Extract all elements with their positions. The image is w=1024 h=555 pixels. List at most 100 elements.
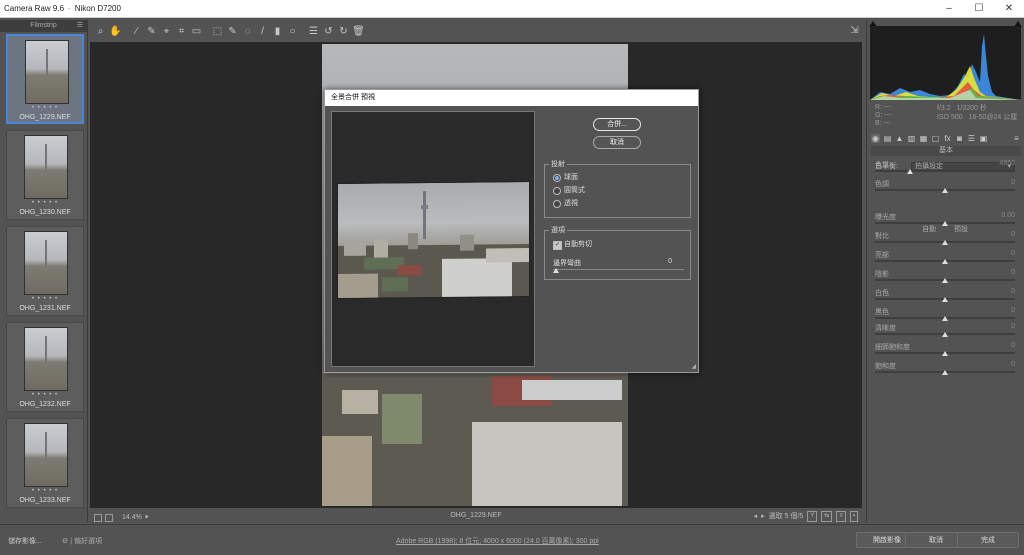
star-rating[interactable]: • • • • •	[7, 488, 83, 494]
slider-row[interactable]: 清晰度 0	[875, 323, 1015, 339]
basic-tab-icon[interactable]: ◉	[871, 133, 880, 143]
slider-value[interactable]: 0	[1011, 288, 1015, 295]
slider-value[interactable]: 0	[1011, 179, 1015, 186]
slider-value[interactable]: 0	[1011, 250, 1015, 257]
slider-value[interactable]: 0.00	[1001, 212, 1015, 219]
minimize-icon[interactable]: –	[934, 0, 964, 18]
straighten-icon[interactable]: ▭	[190, 25, 203, 38]
slider-knob[interactable]	[942, 297, 948, 302]
maximize-icon[interactable]: ☐	[964, 0, 994, 18]
targeted-adjust-icon[interactable]: ⌖	[160, 25, 173, 38]
dialog-cancel-button[interactable]: 取消	[593, 136, 641, 149]
camera-calibration-tab-icon[interactable]: ◙	[955, 134, 964, 143]
slider-value[interactable]: 0	[1011, 231, 1015, 238]
slider-knob[interactable]	[942, 240, 948, 245]
radial-filter-icon[interactable]: ○	[286, 25, 299, 38]
trash-icon[interactable]: 🗑	[352, 25, 365, 38]
projection-option[interactable]: 球面	[553, 173, 578, 183]
lens-corrections-tab-icon[interactable]: ▢	[931, 134, 940, 143]
slider-row[interactable]: 細節飽和度 0	[875, 342, 1015, 358]
rotate-ccw-icon[interactable]: ↺	[322, 25, 335, 38]
star-rating[interactable]: • • • • •	[7, 200, 83, 206]
slider-value[interactable]: 0	[1011, 269, 1015, 276]
preferences-link[interactable]: ⚙ | 偏好選項	[62, 536, 102, 546]
slider-row[interactable]: 色調 0	[875, 179, 1015, 195]
color-sampler-icon[interactable]: ✎	[145, 25, 158, 38]
filmstrip-menu-icon[interactable]: ☰	[77, 20, 83, 32]
hsl-tab-icon[interactable]: ▥	[907, 134, 916, 143]
slider-knob[interactable]	[942, 370, 948, 375]
slider-row[interactable]: 飽和度 0	[875, 361, 1015, 377]
slider-value[interactable]: 0	[1011, 342, 1015, 349]
slider-knob[interactable]	[942, 351, 948, 356]
slider-row[interactable]: 對比 0	[875, 231, 1015, 247]
rotate-cw-icon[interactable]: ↻	[337, 25, 350, 38]
slider-value[interactable]: 4950	[999, 160, 1015, 167]
slider-knob[interactable]	[942, 316, 948, 321]
white-balance-icon[interactable]: ⁄	[130, 25, 143, 38]
slider-knob[interactable]	[942, 188, 948, 193]
projection-option[interactable]: 透視	[553, 199, 578, 209]
next-image-icon[interactable]: ▸	[761, 510, 765, 523]
before-after-button[interactable]: Y	[807, 511, 818, 522]
projection-option[interactable]: 圓筒式	[553, 186, 585, 196]
close-icon[interactable]: ✕	[994, 0, 1024, 18]
swap-button[interactable]: ⇆	[821, 511, 833, 522]
boundary-warp-slider[interactable]: 邊界彎曲 0	[553, 258, 684, 276]
filmstrip-thumbnail[interactable]: • • • • • OHG_1229.NEF	[6, 34, 84, 124]
crop-icon[interactable]: ⌗	[175, 25, 188, 38]
star-rating[interactable]: • • • • •	[7, 392, 83, 398]
auto-crop-checkbox[interactable]: 自動剪切	[553, 240, 592, 250]
adjustment-brush-icon[interactable]: /	[256, 25, 269, 38]
slider-track[interactable]	[875, 170, 1015, 172]
hand-icon[interactable]: ✋	[109, 25, 122, 38]
filmstrip-thumbnail[interactable]: • • • • • OHG_1230.NEF	[6, 130, 84, 220]
slider-row[interactable]: 亮部 0	[875, 250, 1015, 266]
slider-label: 陰影	[875, 271, 889, 278]
save-image-button[interactable]: 儲存影像...	[8, 536, 42, 546]
slider-value[interactable]: 0	[1011, 307, 1015, 314]
zoom-icon[interactable]: ⌕	[94, 25, 107, 38]
merge-button[interactable]: 合併...	[593, 118, 641, 131]
copy-settings-button[interactable]: ≡	[836, 511, 846, 522]
title-separator: -	[68, 4, 71, 13]
star-rating[interactable]: • • • • •	[7, 296, 83, 302]
slider-knob[interactable]	[907, 169, 913, 174]
slider-knob[interactable]	[942, 259, 948, 264]
slider-row[interactable]: 白色 0	[875, 288, 1015, 304]
panorama-image	[337, 180, 530, 300]
boundary-warp-value[interactable]: 0	[668, 258, 672, 265]
panel-menu-icon[interactable]: ≡	[1012, 134, 1021, 143]
presets-tab-icon[interactable]: ☰	[967, 134, 976, 143]
slider-row[interactable]: 陰影 0	[875, 269, 1015, 285]
prev-image-icon[interactable]: ◂	[754, 510, 758, 523]
slider-row[interactable]: 色溫 4950	[875, 160, 1015, 176]
slider-knob[interactable]	[942, 278, 948, 283]
slider-knob[interactable]	[942, 332, 948, 337]
resize-grip-icon[interactable]: ◢	[691, 363, 696, 370]
preferences-icon[interactable]: ☰	[307, 25, 320, 38]
done-button[interactable]: 完成	[957, 532, 1019, 548]
slider-value[interactable]: 0	[1011, 323, 1015, 330]
slider-row[interactable]: 黑色 0	[875, 307, 1015, 323]
filmstrip-thumbnail[interactable]: • • • • • OHG_1231.NEF	[6, 226, 84, 316]
slider-knob[interactable]	[553, 268, 559, 273]
effects-tab-icon[interactable]: fx	[943, 134, 952, 143]
split-toning-tab-icon[interactable]: ▦	[919, 134, 928, 143]
snapshots-tab-icon[interactable]: ▣	[979, 134, 988, 143]
graduated-filter-icon[interactable]: ▮	[271, 25, 284, 38]
transform-icon[interactable]: ⬚	[211, 25, 224, 38]
slider-row[interactable]: 曝光度 0.00	[875, 212, 1015, 228]
spot-removal-icon[interactable]: ✎	[226, 25, 239, 38]
slider-value[interactable]: 0	[1011, 361, 1015, 368]
red-eye-icon[interactable]: ◌	[241, 25, 254, 38]
filmstrip-thumbnail[interactable]: • • • • • OHG_1233.NEF	[6, 418, 84, 508]
filmstrip-thumbnail[interactable]: • • • • • OHG_1232.NEF	[6, 322, 84, 412]
workflow-options-link[interactable]: Adobe RGB (1998); 8 位元; 4000 x 6000 (24.…	[396, 536, 599, 546]
tone-curve-tab-icon[interactable]: ▤	[883, 134, 892, 143]
detail-tab-icon[interactable]: ▲	[895, 134, 904, 143]
slider-knob[interactable]	[942, 221, 948, 226]
fullscreen-icon[interactable]: ⇲	[848, 24, 861, 37]
toggle-button[interactable]: ▪	[849, 511, 858, 522]
star-rating[interactable]: • • • • •	[8, 105, 82, 111]
